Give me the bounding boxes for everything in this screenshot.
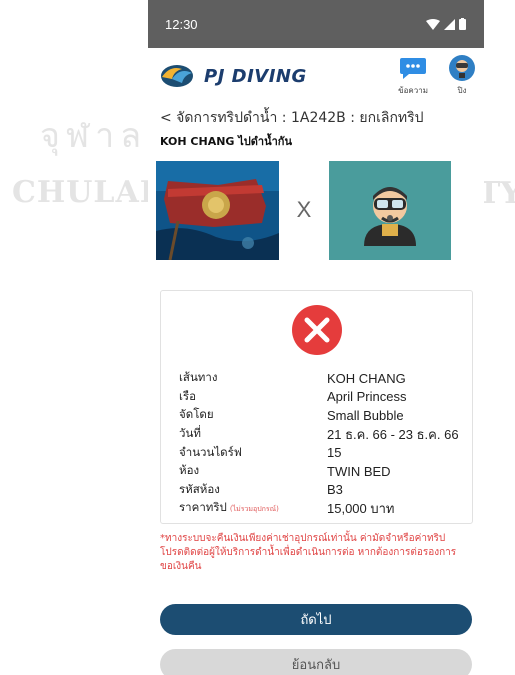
detail-row-date: วันที่ 21 ธ.ค. 66 - 23 ธ.ค. 66 xyxy=(179,425,469,444)
underwater-flag-image xyxy=(156,160,279,260)
detail-row-room-code: รหัสห้อง B3 xyxy=(179,481,469,500)
detail-value: TWIN BED xyxy=(327,463,391,479)
detail-row-room: ห้อง TWIN BED xyxy=(179,462,469,481)
detail-value: Small Bubble xyxy=(327,407,404,423)
detail-value: 21 ธ.ค. 66 - 23 ธ.ค. 66 xyxy=(327,426,459,442)
detail-row-price: ราคาทริป (ไม่รวมอุปกรณ์) 15,000 บาท xyxy=(179,499,469,518)
profile-label: ปิง xyxy=(457,86,467,95)
detail-label-price: ราคาทริป (ไม่รวมอุปกรณ์) xyxy=(179,499,327,517)
detail-label: รหัสห้อง xyxy=(179,481,220,496)
detail-label: เส้นทาง xyxy=(179,370,218,385)
status-icons xyxy=(426,18,466,30)
messages-button[interactable]: ข้อความ xyxy=(398,54,428,97)
trip-photo xyxy=(156,160,279,260)
refund-notice: *ทางระบบจะคืนเงินเพียงค่าเช่าอุปกรณ์เท่า… xyxy=(160,533,457,572)
diver-avatar xyxy=(329,160,451,260)
detail-value: 15 xyxy=(327,445,342,461)
avatar-icon xyxy=(449,55,475,81)
phone-screen: 12:30 PJ DIVING ข้อความ ปิง < จัดการทริป… xyxy=(148,0,484,675)
watermark-text-en: CHULAL xyxy=(12,175,162,210)
battery-icon xyxy=(459,18,466,30)
back-button[interactable]: ย้อนกลับ xyxy=(160,649,472,675)
status-time: 12:30 xyxy=(165,16,198,32)
app-logo[interactable]: PJ DIVING xyxy=(160,63,307,89)
detail-label: ห้อง xyxy=(179,463,200,478)
detail-label: จำนวนไดร์ฟ xyxy=(179,444,242,459)
detail-value: April Princess xyxy=(327,389,407,405)
detail-row-route: เส้นทาง KOH CHANG xyxy=(179,369,469,388)
pair-separator: X xyxy=(296,197,312,222)
wave-logo-icon xyxy=(161,65,193,87)
detail-row-organizer: จัดโดย Small Bubble xyxy=(179,406,469,425)
status-bar: 12:30 xyxy=(148,0,484,48)
price-label: ราคาทริป xyxy=(179,500,227,515)
watermark-text-thai: จุฬาล xyxy=(40,116,148,156)
booking-details-card: เส้นทาง KOH CHANG เรือ April Princess จั… xyxy=(160,290,473,524)
cancel-icon xyxy=(292,305,342,355)
detail-row-dives: จำนวนไดร์ฟ 15 xyxy=(179,443,469,462)
detail-row-boat: เรือ April Princess xyxy=(179,388,469,407)
messages-label: ข้อความ xyxy=(398,86,428,95)
app-bar: PJ DIVING ข้อความ ปิง xyxy=(148,48,484,104)
signal-icon xyxy=(444,18,455,30)
wifi-icon xyxy=(426,18,440,30)
trip-hero: X xyxy=(148,158,484,262)
trip-title: KOH CHANG ไปดำน้ำกัน xyxy=(160,135,292,148)
next-button[interactable]: ถัดไป xyxy=(160,604,472,635)
breadcrumb[interactable]: < จัดการทริปดำน้ำ : 1A242B : ยกเลิกทริป xyxy=(148,107,484,133)
detail-label: เรือ xyxy=(179,388,197,403)
detail-label: วันที่ xyxy=(179,426,201,441)
detail-value: KOH CHANG xyxy=(327,370,406,386)
price-sublabel: (ไม่รวมอุปกรณ์) xyxy=(229,505,279,514)
diver-icon xyxy=(364,187,416,246)
detail-label: จัดโดย xyxy=(179,407,214,422)
detail-table: เส้นทาง KOH CHANG เรือ April Princess จั… xyxy=(179,369,469,518)
chat-icon xyxy=(400,58,427,79)
detail-value: 15,000 บาท xyxy=(327,500,395,516)
logo-text: PJ DIVING xyxy=(204,65,307,87)
profile-button[interactable]: ปิง xyxy=(448,54,476,97)
detail-value: B3 xyxy=(327,482,343,498)
